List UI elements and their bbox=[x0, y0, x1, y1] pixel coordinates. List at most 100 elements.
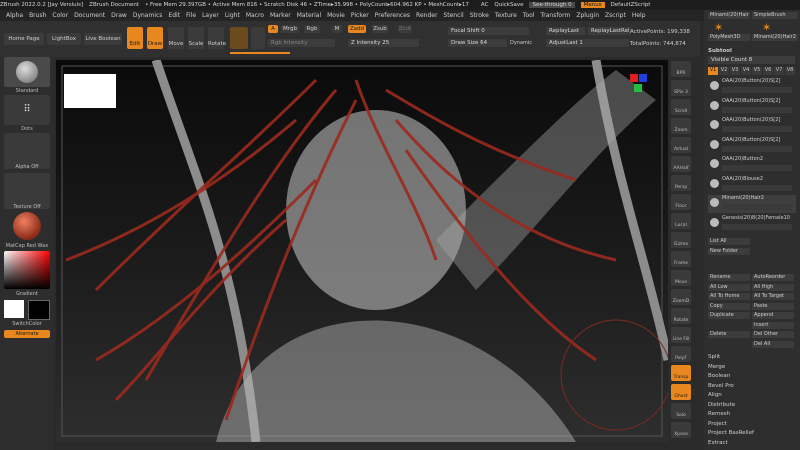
new-folder-button[interactable]: New Folder bbox=[708, 248, 750, 255]
version-v6-button[interactable]: V6 bbox=[763, 67, 773, 75]
version-v2-button[interactable]: V2 bbox=[719, 67, 729, 75]
subtool-visibility-controls[interactable] bbox=[722, 184, 792, 191]
subtool-row[interactable]: Minami(20)Hair2 bbox=[708, 195, 796, 213]
menu-transform[interactable]: Transform bbox=[540, 12, 570, 19]
subtool-copy-button[interactable]: Copy bbox=[708, 302, 750, 310]
subtool-paste-button[interactable]: Paste bbox=[752, 302, 794, 310]
list-all-button[interactable]: List All bbox=[708, 238, 750, 245]
subtool-all-high-button[interactable]: All High bbox=[752, 283, 794, 291]
move-button[interactable]: Move bbox=[168, 27, 184, 49]
menu-texture[interactable]: Texture bbox=[495, 12, 517, 19]
section-boolean[interactable]: Boolean bbox=[708, 373, 730, 381]
dots-stroke-button[interactable]: ⠿ bbox=[4, 95, 50, 125]
subtool-visibility-controls[interactable] bbox=[722, 126, 792, 132]
subtool-visibility-controls[interactable] bbox=[722, 106, 792, 113]
version-v1-button[interactable]: V1 bbox=[708, 67, 718, 75]
secondary-color-swatch[interactable] bbox=[28, 300, 50, 320]
stroke-preview-icon[interactable] bbox=[251, 27, 265, 49]
menu-document[interactable]: Document bbox=[74, 12, 105, 19]
menu-color[interactable]: Color bbox=[52, 12, 68, 19]
version-v5-button[interactable]: V5 bbox=[752, 67, 762, 75]
section-distribute[interactable]: Distribute bbox=[708, 402, 735, 410]
menu-marker[interactable]: Marker bbox=[270, 12, 291, 19]
subtool-insert-button[interactable]: Insert bbox=[752, 321, 794, 329]
section-merge[interactable]: Merge bbox=[708, 364, 725, 372]
canvas-viewport[interactable] bbox=[56, 60, 668, 442]
subtool-row[interactable]: OAA(20)Button(20)S[2] bbox=[708, 78, 796, 96]
zcut-button[interactable]: Zcut bbox=[398, 25, 412, 33]
shelf-ghost-button[interactable]: Ghost bbox=[671, 384, 691, 400]
section-extract[interactable]: Extract bbox=[708, 440, 728, 448]
edit-button[interactable]: Edit bbox=[127, 27, 143, 49]
menu-stencil[interactable]: Stencil bbox=[443, 12, 463, 19]
section-bevel-pro[interactable]: Bevel Pro bbox=[708, 383, 734, 391]
menu-picker[interactable]: Picker bbox=[351, 12, 369, 19]
subtool-row[interactable]: Genesis(20)8(20)Female10 bbox=[708, 215, 796, 233]
shelf-zoomd-button[interactable]: ZoomD bbox=[671, 289, 691, 305]
m-button[interactable]: M bbox=[332, 25, 342, 33]
focal-shift-slider[interactable]: Focal Shift 0 bbox=[448, 27, 529, 35]
draw-button[interactable]: Draw bbox=[147, 27, 163, 49]
subtool-row[interactable]: OAA(20)Button(20)S[2] bbox=[708, 137, 796, 155]
z-intensity-slider[interactable]: Z Intensity 25 bbox=[348, 39, 419, 47]
switchcolor-button[interactable]: SwitchColor bbox=[4, 321, 50, 327]
section-split[interactable]: Split bbox=[708, 354, 720, 362]
subtool-title[interactable]: Subtool bbox=[708, 48, 732, 56]
shelf-bpr-button[interactable]: BPR bbox=[671, 61, 691, 77]
visible-count-slider[interactable]: Visible Count 8 bbox=[708, 56, 795, 64]
rgb-intensity-slider[interactable]: Rgb Intensity bbox=[268, 39, 335, 47]
subtool-all-low-button[interactable]: All Low bbox=[708, 283, 750, 291]
shelf-transp-button[interactable]: Transp bbox=[671, 365, 691, 381]
subtool-row[interactable]: OAA(20)Button2 bbox=[708, 156, 796, 174]
adjustlast-slider[interactable]: AdjustLast 1 bbox=[546, 39, 629, 47]
version-v3-button[interactable]: V3 bbox=[730, 67, 740, 75]
zadd-button[interactable]: Zadd bbox=[348, 25, 366, 33]
primary-color-swatch[interactable] bbox=[4, 300, 24, 318]
ac-button[interactable]: AC bbox=[481, 2, 489, 8]
seethrough-slider[interactable]: See-through 0 bbox=[529, 2, 575, 8]
menu-help[interactable]: Help bbox=[632, 12, 646, 19]
menu-stroke[interactable]: Stroke bbox=[470, 12, 489, 19]
navigation-thumbnail[interactable] bbox=[64, 74, 116, 108]
shelf-polyf-button[interactable]: PolyF bbox=[671, 346, 691, 362]
shelf-rotate-button[interactable]: Rotate bbox=[671, 308, 691, 324]
subtool-visibility-controls[interactable] bbox=[722, 165, 792, 171]
tool-thumb-hair[interactable]: Minami(20)Hair bbox=[708, 12, 750, 19]
mrgb-button[interactable]: Mrgb bbox=[281, 25, 299, 33]
zsub-button[interactable]: Zsub bbox=[372, 25, 388, 33]
menu-dynamics[interactable]: Dynamics bbox=[133, 12, 163, 19]
subtool-append-button[interactable]: Append bbox=[752, 312, 794, 319]
tool-thumb-polymesh3d[interactable]: PolyMesh3D bbox=[708, 34, 750, 41]
shelf-local-button[interactable]: Local bbox=[671, 213, 691, 229]
menu-render[interactable]: Render bbox=[416, 12, 437, 19]
lightbox-button[interactable]: LightBox bbox=[47, 33, 81, 45]
draw-size-slider[interactable]: Draw Size 64 bbox=[448, 39, 507, 47]
subtool-row[interactable]: OAA(20)Blouse2 bbox=[708, 176, 796, 194]
menu-movie[interactable]: Movie bbox=[327, 12, 345, 19]
shelf-frame-button[interactable]: Frame bbox=[671, 251, 691, 267]
subtool-visibility-controls[interactable] bbox=[722, 204, 792, 210]
shelf-actual-button[interactable]: Actual bbox=[671, 137, 691, 153]
default-zscript-button[interactable]: DefaultZScript bbox=[611, 2, 651, 8]
menu-file[interactable]: File bbox=[186, 12, 196, 19]
menu-brush[interactable]: Brush bbox=[29, 12, 46, 19]
material-button[interactable] bbox=[4, 212, 50, 242]
menu-alpha[interactable]: Alpha bbox=[6, 12, 23, 19]
subtool-autoreorder-button[interactable]: AutoReorder bbox=[752, 274, 794, 281]
shelf-scroll-button[interactable]: Scroll bbox=[671, 99, 691, 115]
shelf-xpose-button[interactable]: Xpose bbox=[671, 422, 691, 438]
home-page-button[interactable]: Home Page bbox=[4, 33, 44, 45]
tool-thumb-simplebrush[interactable]: SimpleBrush bbox=[752, 12, 798, 19]
version-v4-button[interactable]: V4 bbox=[741, 67, 751, 75]
section-remesh[interactable]: Remesh bbox=[708, 411, 730, 419]
subtool-del-other-button[interactable]: Del Other bbox=[752, 331, 794, 338]
subtool-row[interactable]: OAA(20)Button(20)S[2] bbox=[708, 98, 796, 116]
version-v8-button[interactable]: V8 bbox=[785, 67, 795, 75]
alternate-button[interactable]: Alternate bbox=[4, 330, 50, 338]
menu-zscript[interactable]: Zscript bbox=[605, 12, 626, 19]
section-align[interactable]: Align bbox=[708, 392, 722, 400]
menu-zplugin[interactable]: Zplugin bbox=[576, 12, 599, 19]
shelf-move-button[interactable]: Move bbox=[671, 270, 691, 286]
scale-button[interactable]: Scale bbox=[188, 27, 204, 49]
section-project-basrelief[interactable]: Project BasRelief bbox=[708, 430, 754, 438]
